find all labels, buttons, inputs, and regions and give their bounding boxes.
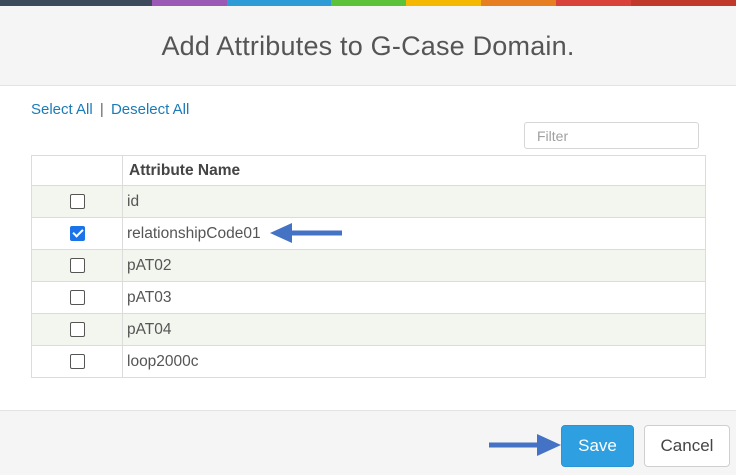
table-row[interactable]: pAT02 xyxy=(31,249,706,282)
link-separator: | xyxy=(99,101,104,118)
attribute-name: id xyxy=(122,185,706,218)
attribute-name-header: Attribute Name xyxy=(122,155,706,186)
dialog-header: Add Attributes to G-Case Domain. xyxy=(0,6,736,86)
table-row[interactable]: pAT03 xyxy=(31,281,706,314)
save-button[interactable]: Save xyxy=(561,425,634,467)
cancel-button[interactable]: Cancel xyxy=(644,425,730,467)
attribute-name: pAT04 xyxy=(122,313,706,346)
row-checkbox[interactable] xyxy=(69,289,85,305)
checkbox-cell xyxy=(31,313,123,346)
selection-links: Select All | Deselect All xyxy=(31,101,189,118)
row-checkbox[interactable] xyxy=(69,257,85,273)
filter-input[interactable] xyxy=(524,122,699,149)
table-row[interactable]: id xyxy=(31,185,706,218)
table-header-row: Attribute Name xyxy=(31,155,706,186)
row-checkbox[interactable] xyxy=(69,353,85,369)
table-row[interactable]: loop2000c xyxy=(31,345,706,378)
deselect-all-link[interactable]: Deselect All xyxy=(111,101,189,118)
checkbox-cell xyxy=(31,217,123,250)
checkbox-cell xyxy=(31,249,123,282)
attribute-table: Attribute Name id relationshipCode01 pAT… xyxy=(31,155,706,378)
checkbox-column-header xyxy=(31,155,123,186)
checkbox-cell xyxy=(31,185,123,218)
attribute-name: loop2000c xyxy=(122,345,706,378)
attribute-name: pAT03 xyxy=(122,281,706,314)
checkbox-cell xyxy=(31,345,123,378)
select-all-link[interactable]: Select All xyxy=(31,101,93,118)
row-checkbox[interactable] xyxy=(69,321,85,337)
annotation-arrow-left-icon xyxy=(270,223,342,243)
dialog-title: Add Attributes to G-Case Domain. xyxy=(161,31,575,61)
row-checkbox[interactable] xyxy=(69,193,85,209)
dialog-footer: Save Cancel xyxy=(0,410,736,475)
table-row[interactable]: pAT04 xyxy=(31,313,706,346)
checkbox-cell xyxy=(31,281,123,314)
table-row[interactable]: relationshipCode01 xyxy=(31,217,706,250)
row-checkbox[interactable] xyxy=(69,225,85,241)
annotation-arrow-right-icon xyxy=(489,434,561,456)
attribute-name: pAT02 xyxy=(122,249,706,282)
attribute-name: relationshipCode01 xyxy=(122,217,706,250)
